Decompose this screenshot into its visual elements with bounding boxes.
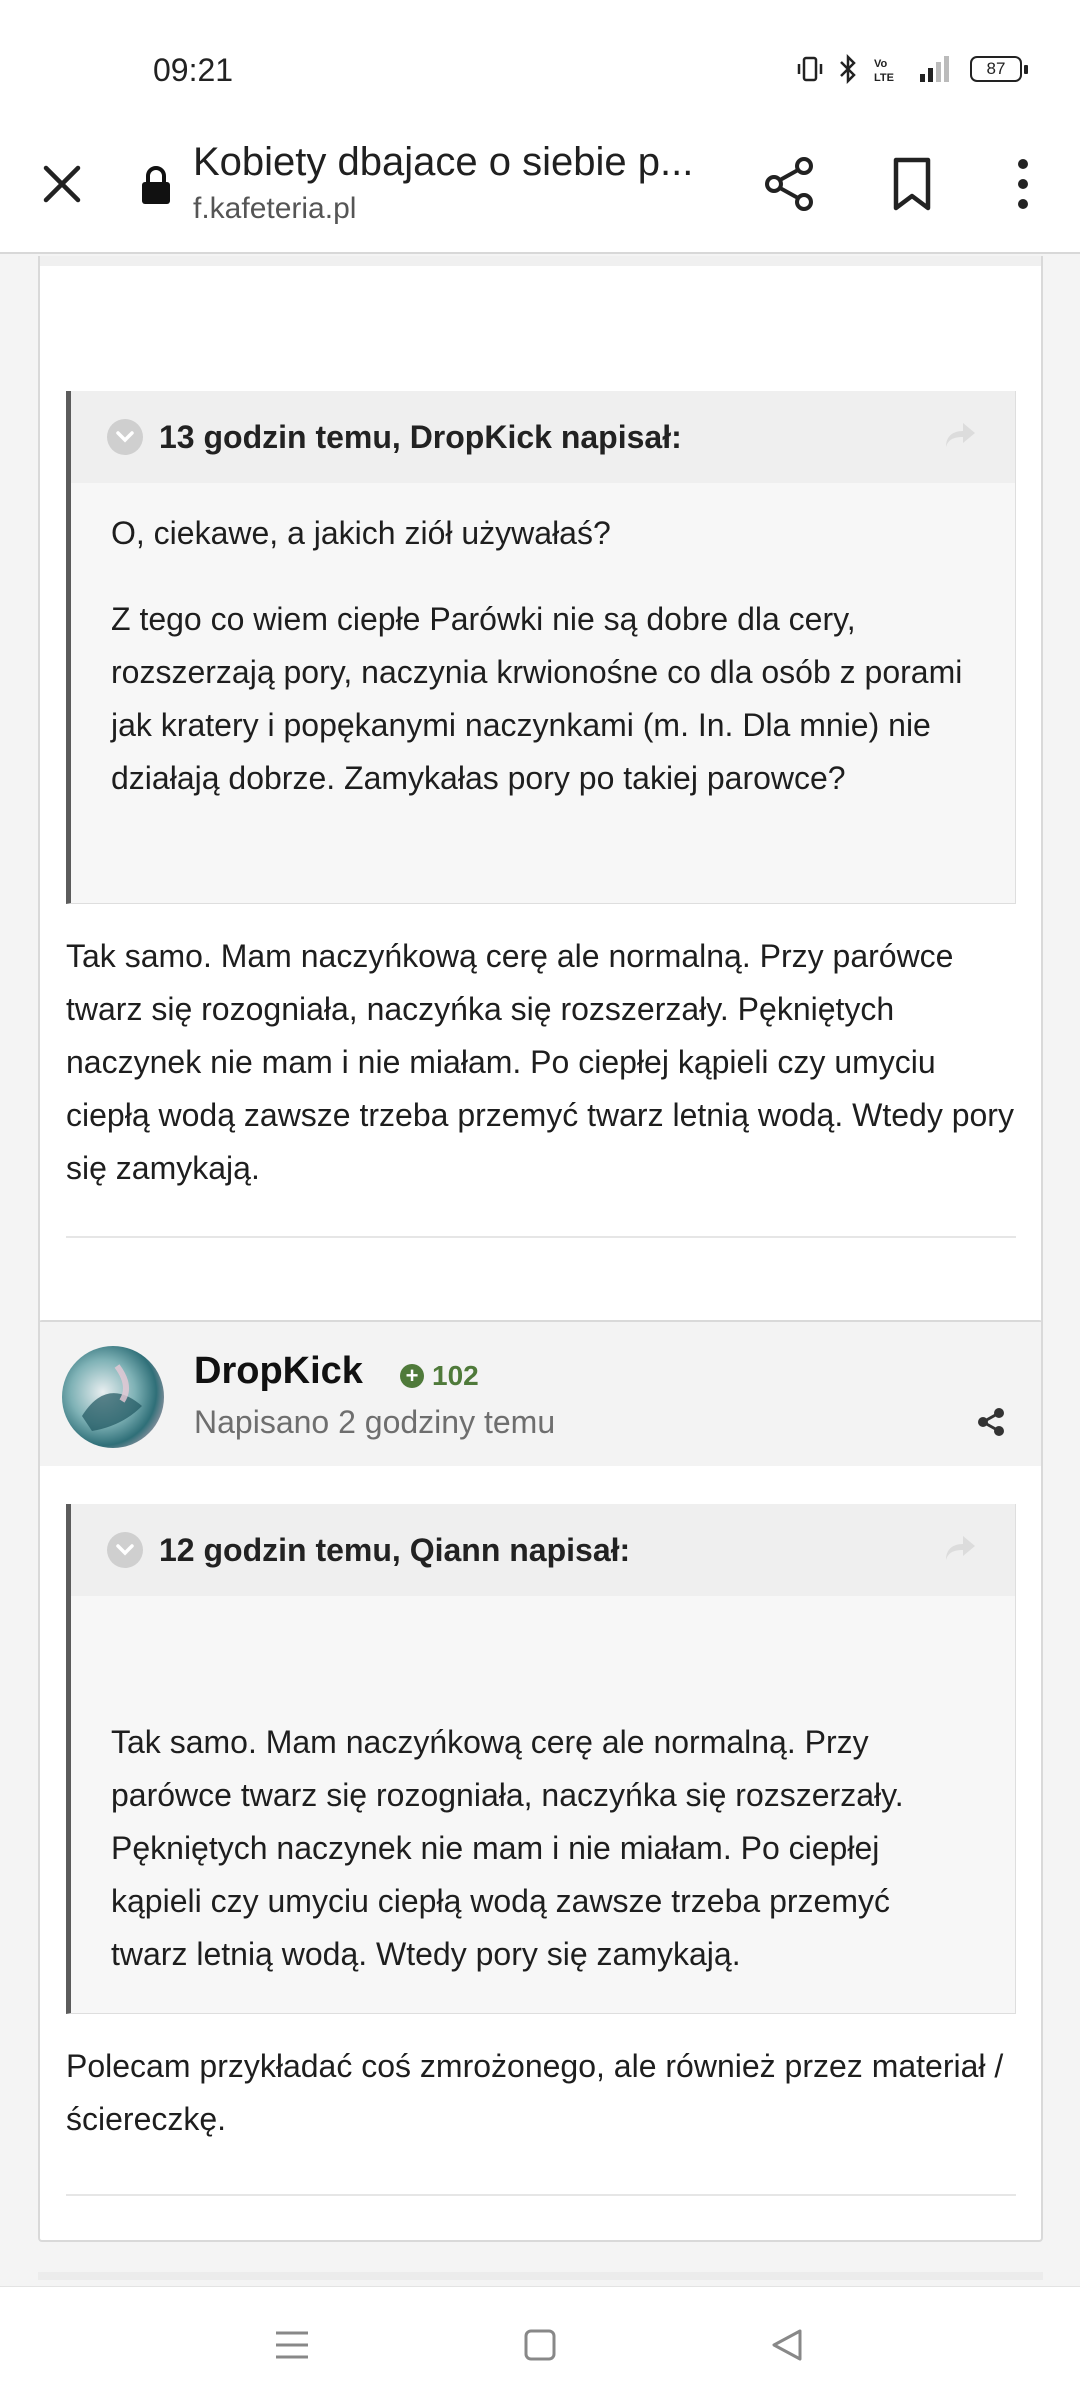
quote-body: Tak samo. Mam naczyńkową cerę ale normal…	[71, 1596, 1015, 2015]
volte-icon: Vo LTE	[874, 58, 894, 84]
post-header-strip	[40, 256, 1041, 266]
quote-block: 13 godzin temu, DropKick napisał: O, cie…	[66, 391, 1016, 904]
vibrate-icon	[797, 56, 823, 82]
reply-icon[interactable]	[943, 1532, 979, 1564]
system-nav-bar	[0, 2286, 1080, 2400]
page-title[interactable]: Kobiety dbajace o siebie p...	[193, 140, 693, 185]
post-timestamp: Napisano 2 godziny temu	[194, 1404, 556, 1440]
quote-paragraph: Z tego co wiem ciepłe Parówki nie są dob…	[111, 601, 963, 796]
status-time: 09:21	[153, 52, 234, 88]
close-icon[interactable]	[38, 160, 86, 208]
page-content: 13 godzin temu, DropKick napisał: O, cie…	[0, 256, 1080, 2280]
bookmark-icon[interactable]	[890, 156, 934, 212]
next-post-peek	[38, 2272, 1043, 2280]
bluetooth-icon	[840, 54, 856, 84]
more-icon[interactable]	[1010, 154, 1036, 214]
browser-toolbar: Kobiety dbajace o siebie p... f.kafeteri…	[0, 128, 1080, 254]
post-author-header: DropKick + 102 Napisano 2 godziny temu	[40, 1322, 1041, 1466]
svg-text:Vo: Vo	[874, 58, 888, 70]
avatar[interactable]	[62, 1346, 164, 1448]
reply-icon[interactable]	[943, 419, 979, 451]
quote-paragraph: Tak samo. Mam naczyńkową cerę ale normal…	[111, 1724, 904, 1972]
home-icon[interactable]	[518, 2323, 562, 2367]
author-name[interactable]: DropKick	[194, 1350, 363, 1393]
reputation-badge: + 102	[400, 1360, 479, 1392]
quote-paragraph: O, ciekawe, a jakich ziół używałaś?	[111, 515, 611, 551]
plus-icon: +	[400, 1364, 424, 1388]
menu-icon[interactable]	[270, 2323, 314, 2367]
battery-indicator: 87	[970, 56, 1028, 82]
status-icons: Vo LTE 87	[796, 54, 1028, 84]
post-body: Polecam przykładać coś zmrożonego, ale r…	[66, 2048, 1004, 2137]
post-card: DropKick + 102 Napisano 2 godziny temu 1…	[38, 1320, 1043, 2242]
reputation-count: 102	[432, 1360, 479, 1391]
status-bar: 09:21 Vo LTE 87	[0, 0, 1080, 128]
quote-header: 13 godzin temu, DropKick napisał:	[71, 391, 1015, 483]
quote-block: 12 godzin temu, Qiann napisał: Tak samo.…	[66, 1504, 1016, 2014]
post-body: Tak samo. Mam naczyńkową cerę ale normal…	[66, 938, 1014, 1186]
chevron-down-icon[interactable]	[107, 1532, 143, 1568]
share-icon[interactable]	[975, 1406, 1007, 1438]
quote-citation: 13 godzin temu, DropKick napisał:	[159, 418, 682, 455]
quote-citation: 12 godzin temu, Qiann napisał:	[159, 1531, 631, 1568]
quote-header: 12 godzin temu, Qiann napisał:	[71, 1504, 1015, 1596]
page-url[interactable]: f.kafeteria.pl	[193, 192, 356, 226]
svg-text:LTE: LTE	[874, 72, 894, 84]
back-icon[interactable]	[766, 2323, 810, 2367]
share-icon[interactable]	[764, 156, 816, 212]
lock-icon	[142, 166, 170, 204]
signal-icon	[920, 56, 949, 82]
quote-body: O, ciekawe, a jakich ziół używałaś? Z te…	[71, 483, 1015, 839]
chevron-down-icon[interactable]	[107, 419, 143, 455]
post-divider	[66, 2194, 1016, 2196]
post-divider	[66, 1236, 1016, 1238]
